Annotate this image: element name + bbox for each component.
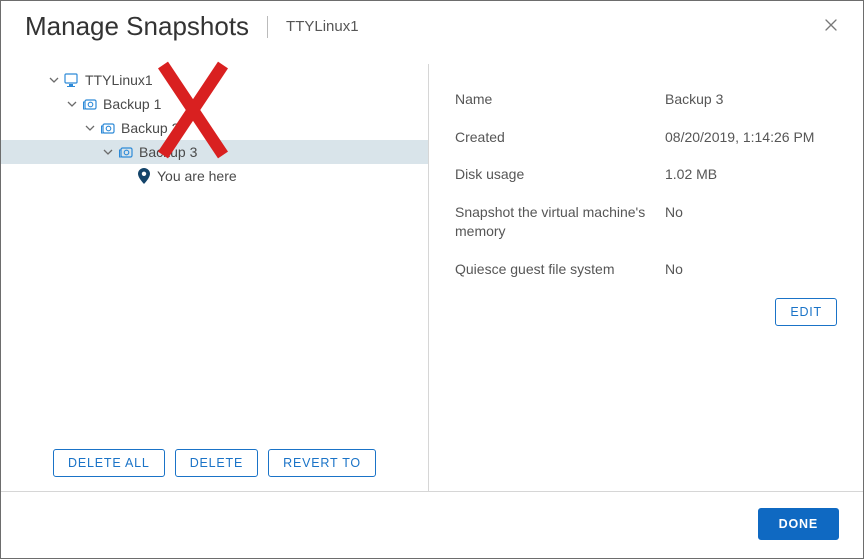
tree-actions: Delete all Delete Revert to (1, 441, 428, 491)
snapshot-icon (117, 145, 135, 159)
detail-row-name: Name Backup 3 (455, 90, 837, 110)
detail-label: Created (455, 128, 665, 148)
tree-label: Backup 3 (139, 144, 197, 160)
expand-toggle[interactable] (45, 75, 63, 85)
snapshot-details-pane: Name Backup 3 Created 08/20/2019, 1:14:2… (429, 64, 863, 491)
delete-all-button[interactable]: Delete all (53, 449, 165, 477)
detail-value: No (665, 203, 683, 242)
detail-row-created: Created 08/20/2019, 1:14:26 PM (455, 128, 837, 148)
tree-label: Backup 2 (121, 120, 179, 136)
detail-value: Backup 3 (665, 90, 723, 110)
close-button[interactable] (823, 17, 839, 36)
chevron-down-icon (103, 147, 113, 157)
dialog-body: TTYLinux1 Backup 1 (1, 64, 863, 491)
revert-to-button[interactable]: Revert to (268, 449, 376, 477)
dialog-header: Manage Snapshots TTYLinux1 (1, 1, 863, 64)
close-icon (823, 17, 839, 33)
done-button[interactable]: Done (758, 508, 839, 540)
chevron-down-icon (49, 75, 59, 85)
snapshot-tree-pane: TTYLinux1 Backup 1 (1, 64, 429, 491)
snapshot-tree: TTYLinux1 Backup 1 (1, 64, 428, 441)
detail-label: Snapshot the virtual machine's memory (455, 203, 665, 242)
tree-label: You are here (157, 168, 237, 184)
detail-row-memory: Snapshot the virtual machine's memory No (455, 203, 837, 242)
snapshot-icon (81, 97, 99, 111)
dialog-footer: Done (1, 491, 863, 558)
detail-value: 1.02 MB (665, 165, 717, 185)
tree-row-backup2[interactable]: Backup 2 (1, 116, 428, 140)
detail-label: Name (455, 90, 665, 110)
tree-row-backup1[interactable]: Backup 1 (1, 92, 428, 116)
chevron-down-icon (67, 99, 77, 109)
edit-button-wrap: Edit (455, 298, 837, 326)
vm-icon (63, 73, 81, 87)
expand-toggle[interactable] (63, 99, 81, 109)
tree-label: Backup 1 (103, 96, 161, 112)
detail-row-quiesce: Quiesce guest file system No (455, 260, 837, 280)
tree-row-you-are-here[interactable]: You are here (1, 164, 428, 188)
detail-value: 08/20/2019, 1:14:26 PM (665, 128, 814, 148)
detail-row-disk: Disk usage 1.02 MB (455, 165, 837, 185)
tree-row-backup3[interactable]: Backup 3 (1, 140, 428, 164)
delete-button[interactable]: Delete (175, 449, 258, 477)
edit-button[interactable]: Edit (775, 298, 837, 326)
header-separator (267, 16, 268, 38)
detail-label: Disk usage (455, 165, 665, 185)
chevron-down-icon (85, 123, 95, 133)
tree-row-root[interactable]: TTYLinux1 (1, 68, 428, 92)
dialog-title: Manage Snapshots (25, 11, 249, 42)
expand-toggle[interactable] (81, 123, 99, 133)
expand-toggle[interactable] (99, 147, 117, 157)
snapshot-icon (99, 121, 117, 135)
detail-value: No (665, 260, 683, 280)
pin-icon (135, 168, 153, 184)
vm-name: TTYLinux1 (286, 18, 359, 35)
detail-label: Quiesce guest file system (455, 260, 665, 280)
tree-label: TTYLinux1 (85, 72, 153, 88)
manage-snapshots-dialog: Manage Snapshots TTYLinux1 TTYL (0, 0, 864, 559)
